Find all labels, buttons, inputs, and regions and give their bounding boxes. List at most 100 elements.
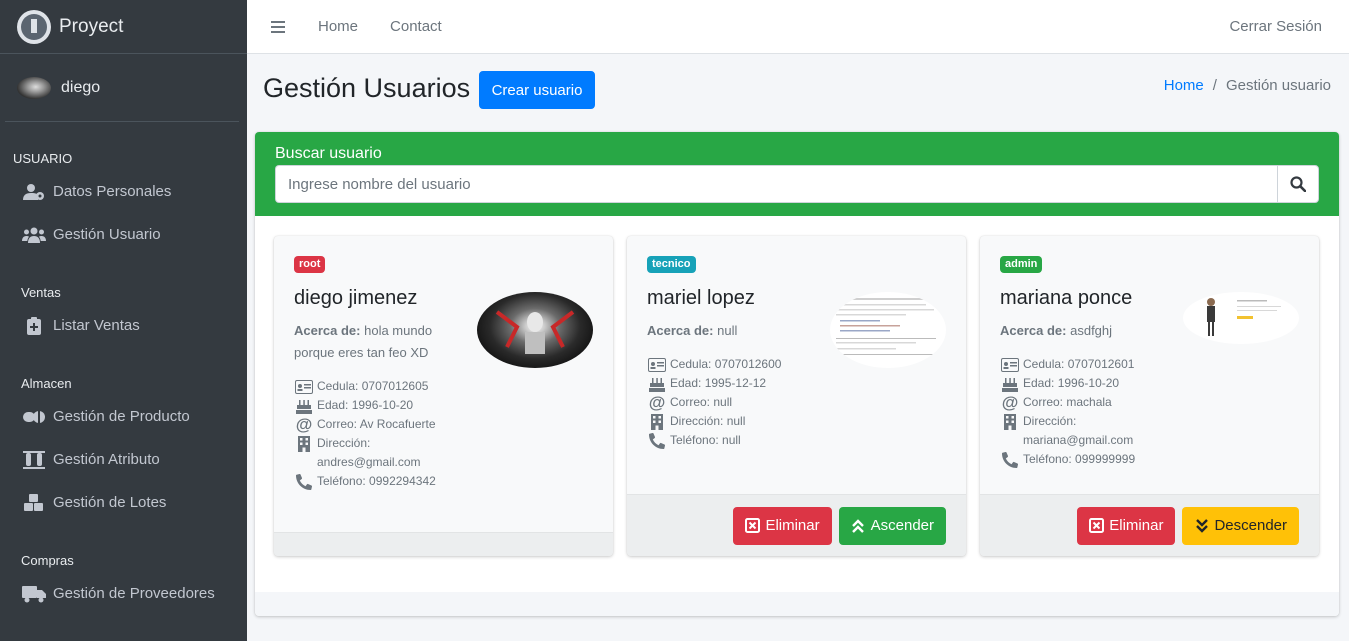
user-name[interactable]: diego	[61, 79, 100, 97]
edad-label: Edad:	[1023, 376, 1055, 390]
promote-user-button[interactable]: Ascender	[838, 506, 946, 545]
nav-header-ventas: Ventas	[21, 285, 61, 300]
building-icon	[647, 412, 667, 431]
info-correo: @ Correo: machala	[1000, 393, 1299, 412]
telefono-label: Teléfono:	[1023, 452, 1072, 466]
correo-label: Correo:	[670, 395, 711, 409]
sidebar-item-label: Gestión de Lotes	[53, 494, 167, 511]
angle-double-up-icon	[851, 518, 866, 533]
angle-double-down-icon	[1194, 518, 1209, 533]
building-icon	[294, 434, 314, 453]
close-square-icon	[1089, 518, 1105, 533]
phone-icon	[294, 472, 314, 491]
info-direccion: Dirección: null	[647, 412, 946, 431]
info-edad: Edad: 1996-10-20	[294, 396, 593, 415]
nav-contact-link[interactable]: Contact	[390, 18, 442, 35]
id-card-icon	[647, 355, 667, 374]
correo-value: null	[713, 395, 733, 409]
correo-label: Correo:	[317, 417, 358, 431]
user-cog-icon	[22, 182, 46, 202]
sidebar-item-label: Gestión de Producto	[53, 408, 190, 425]
sidebar-item-label: Datos Personales	[53, 183, 172, 200]
edad-value: 1996-10-20	[351, 398, 414, 412]
sidebar-item-gestion-usuario[interactable]: Gestión Usuario	[0, 213, 247, 256]
direccion-value: andres@gmail.com	[317, 455, 421, 469]
user-card-footer: Eliminar Descender	[980, 494, 1319, 556]
birthday-cake-icon	[294, 396, 314, 415]
avatar	[17, 76, 51, 99]
telefono-label: Teléfono:	[670, 433, 719, 447]
sidebar-item-label: Gestión Atributo	[53, 451, 160, 468]
phone-icon	[647, 431, 667, 450]
about-value: asdfghj	[1070, 323, 1113, 338]
building-icon	[1000, 412, 1020, 431]
id-card-icon	[1000, 355, 1020, 374]
breadcrumb-separator: /	[1212, 77, 1217, 94]
demote-user-label: Descender	[1214, 517, 1287, 534]
user-card-footer	[274, 532, 613, 556]
user-card-about: Acerca de: null	[647, 320, 807, 342]
page-title: Gestión Usuarios	[263, 73, 471, 103]
delete-user-label: Eliminar	[1109, 517, 1164, 534]
info-telefono: Teléfono: 0992294342	[294, 472, 593, 491]
promote-user-label: Ascender	[870, 517, 934, 534]
cedula-label: Cedula:	[670, 357, 712, 371]
birthday-cake-icon	[1000, 374, 1020, 393]
search-group	[275, 165, 1319, 203]
search-title: Buscar usuario	[275, 145, 382, 162]
search-header: Buscar usuario	[255, 132, 1339, 216]
role-badge: tecnico	[647, 256, 696, 273]
info-direccion: Dirección: mariana@gmail.com	[1000, 412, 1299, 450]
user-photo	[830, 292, 946, 368]
info-telefono: Teléfono: 099999999	[1000, 450, 1299, 469]
edad-value: 1995-12-12	[704, 376, 767, 390]
vials-icon	[22, 450, 46, 470]
user-card: root diego jimenez Acerca de: hola mundo…	[274, 236, 613, 556]
edad-label: Edad:	[317, 398, 349, 412]
telefono-value: 0992294342	[369, 474, 436, 488]
breadcrumb-current: Gestión usuario	[1225, 77, 1331, 94]
nav-home-link[interactable]: Home	[318, 18, 358, 35]
sidebar-item-label: Listar Ventas	[53, 317, 140, 334]
about-label: Acerca de:	[294, 323, 361, 338]
content-header: Gestión Usuarios Crear usuario Home / Ge…	[263, 71, 1331, 111]
user-card-info: Cedula: 0707012601 Edad: 1996-10-20 @ Cor…	[1000, 355, 1299, 469]
sidebar-item-gestion-proveedores[interactable]: Gestión de Proveedores	[0, 572, 247, 615]
sidebar-item-label: Gestión Usuario	[53, 226, 161, 243]
close-square-icon	[745, 518, 761, 533]
nav-header-usuario: USUARIO	[13, 151, 73, 166]
breadcrumb-home-link[interactable]: Home	[1164, 77, 1204, 94]
info-correo: @ Correo: Av Rocafuerte	[294, 415, 593, 434]
direccion-label: Dirección:	[317, 436, 371, 450]
sidebar-item-gestion-atributo[interactable]: Gestión Atributo	[0, 438, 247, 481]
create-user-button[interactable]: Crear usuario	[479, 71, 595, 109]
direccion-label: Dirección:	[1023, 414, 1077, 428]
menu-toggle-icon[interactable]	[271, 20, 285, 33]
top-navbar: Home Contact Cerrar Sesión	[247, 0, 1349, 54]
delete-user-button[interactable]: Eliminar	[733, 506, 832, 545]
correo-value: machala	[1066, 395, 1112, 409]
sidebar-item-gestion-lotes[interactable]: Gestión de Lotes	[0, 481, 247, 524]
search-button[interactable]	[1277, 165, 1319, 203]
delete-user-label: Eliminar	[765, 517, 820, 534]
correo-value: Av Rocafuerte	[359, 417, 436, 431]
sidebar-item-gestion-producto[interactable]: Gestión de Producto	[0, 395, 247, 438]
nav-header-compras: Compras	[21, 553, 74, 568]
at-icon: @	[295, 415, 313, 434]
logout-link[interactable]: Cerrar Sesión	[1229, 18, 1322, 35]
telefono-value: 099999999	[1075, 452, 1136, 466]
demote-user-button[interactable]: Descender	[1182, 506, 1299, 545]
cedula-value: 0707012605	[361, 379, 429, 393]
search-input[interactable]	[275, 165, 1277, 203]
cedula-value: 0707012600	[714, 357, 782, 371]
about-value: null	[717, 323, 738, 338]
user-panel[interactable]: diego	[5, 54, 239, 122]
brand-link[interactable]: Proyect	[0, 0, 247, 54]
sidebar-item-label: Gestión de Proveedores	[53, 585, 215, 602]
edad-label: Edad:	[670, 376, 702, 390]
sidebar-item-listar-ventas[interactable]: Listar Ventas	[0, 304, 247, 347]
user-card-info: Cedula: 0707012605 Edad: 1996-10-20 @ Cor…	[294, 377, 593, 491]
delete-user-button[interactable]: Eliminar	[1077, 506, 1176, 545]
sidebar-item-datos-personales[interactable]: Datos Personales	[0, 170, 247, 213]
info-telefono: Teléfono: null	[647, 431, 946, 450]
